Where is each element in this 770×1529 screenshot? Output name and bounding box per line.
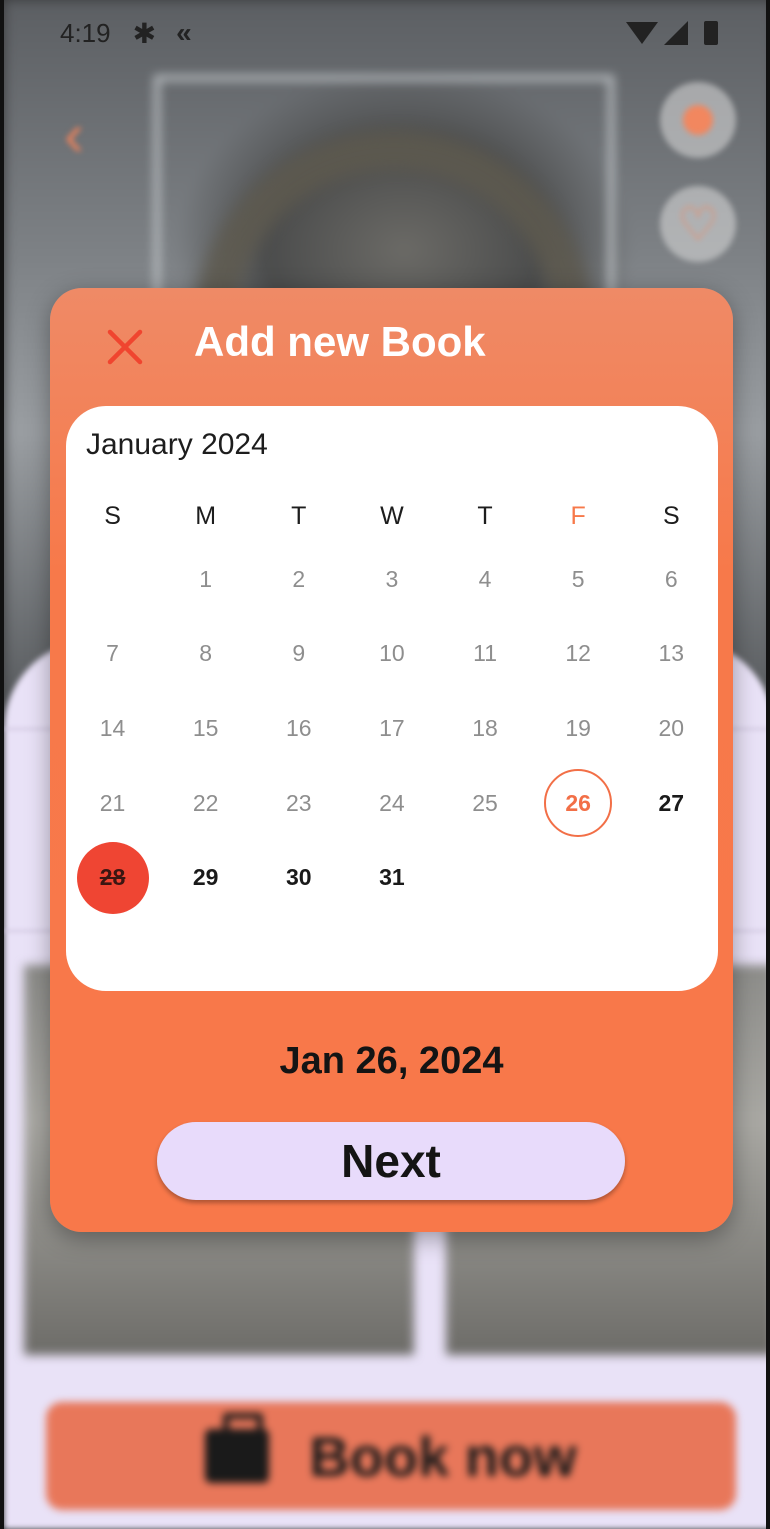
weekday-header: SMTWTFS (66, 496, 718, 536)
calendar-day[interactable]: 31 (345, 840, 438, 915)
day-number: 14 (99, 714, 126, 741)
weekday-label: S (662, 502, 680, 530)
weekday-label: F (570, 502, 586, 530)
weekday-label: W (380, 502, 404, 530)
empty-day-cell (66, 542, 159, 617)
day-number: 7 (106, 640, 119, 667)
month-label: January 2024 (86, 428, 268, 461)
calendar-day: 5 (532, 542, 625, 617)
day-number: 8 (199, 640, 213, 667)
calendar-day: 23 (252, 766, 345, 841)
day-number: 25 (472, 789, 498, 816)
day-number: 26 (565, 789, 591, 816)
day-number: 24 (379, 789, 405, 816)
calendar-day: 13 (625, 617, 718, 692)
day-number: 30 (286, 864, 312, 891)
calendar-day: 12 (532, 617, 625, 692)
calendar-day: 16 (252, 691, 345, 766)
day-number: 20 (658, 714, 685, 741)
day-number: 18 (472, 714, 498, 741)
day-number: 28 (99, 864, 126, 891)
weekday-label: T (291, 502, 307, 530)
day-number: 13 (658, 640, 685, 667)
selected-day[interactable]: 26 (532, 766, 625, 841)
day-number: 4 (478, 565, 492, 592)
add-book-dialog: Add new Book January 2024 SMTWTFS 123456… (50, 288, 733, 1232)
calendar-day: 11 (439, 617, 532, 692)
calendar-day: 3 (345, 542, 438, 617)
next-button[interactable]: Next (157, 1122, 625, 1200)
weekday-label: M (195, 502, 217, 530)
weekday-label: T (477, 502, 493, 530)
day-number: 6 (664, 565, 678, 592)
calendar-day: 8 (159, 617, 252, 692)
day-number: 29 (192, 864, 219, 891)
calendar-day: 9 (252, 617, 345, 692)
day-number: 21 (99, 789, 126, 816)
weekday-label: S (104, 502, 121, 530)
day-number: 15 (192, 714, 219, 741)
calendar-day[interactable]: 29 (159, 840, 252, 915)
close-icon[interactable] (102, 324, 148, 370)
day-number: 9 (292, 640, 306, 667)
calendar-day: 7 (66, 617, 159, 692)
days-grid: 1 2 3 4 5 6 7 8 9 10 11 12 13 14 15 16 17 18 19 20 21 22 23 24 2… (66, 542, 718, 915)
calendar-day: 14 (66, 691, 159, 766)
day-number: 10 (379, 640, 405, 667)
calendar-day: 19 (532, 691, 625, 766)
calendar-day: 1 (159, 542, 252, 617)
calendar-day: 20 (625, 691, 718, 766)
day-number: 2 (292, 565, 306, 592)
day-number: 16 (286, 714, 312, 741)
day-number: 27 (658, 789, 685, 816)
calendar-day: 25 (439, 766, 532, 841)
day-number: 17 (379, 714, 405, 741)
calendar-day: 4 (439, 542, 532, 617)
dialog-header: Add new Book (50, 288, 733, 398)
calendar-day: 21 (66, 766, 159, 841)
date-picker-calendar: January 2024 SMTWTFS 1 2 3 4 5 6 7 8 9 10 11 12 13 14… (66, 406, 718, 991)
calendar-day[interactable]: 27 (625, 766, 718, 841)
day-number: 12 (565, 640, 591, 667)
app-screen: ‹ ♡ Book now 4:19 ✱ « Add new Book Janua… (0, 0, 770, 1529)
day-number: 31 (379, 864, 405, 891)
calendar-day: 15 (159, 691, 252, 766)
calendar-day: 17 (345, 691, 438, 766)
day-number: 19 (565, 714, 591, 741)
booked-day: 28 (66, 840, 159, 915)
day-number: 22 (192, 789, 219, 816)
day-number: 5 (571, 565, 585, 592)
day-number: 11 (473, 640, 497, 667)
selected-date-text: Jan 26, 2024 (279, 1040, 504, 1082)
calendar-day: 22 (159, 766, 252, 841)
calendar-day: 24 (345, 766, 438, 841)
calendar-day: 2 (252, 542, 345, 617)
calendar-day[interactable]: 30 (252, 840, 345, 915)
day-number: 3 (385, 565, 399, 592)
calendar-day: 10 (345, 617, 438, 692)
dialog-title: Add new Book (194, 318, 486, 365)
day-number: 23 (286, 789, 312, 816)
day-number: 1 (199, 565, 213, 592)
calendar-day: 6 (625, 542, 718, 617)
calendar-day: 18 (439, 691, 532, 766)
